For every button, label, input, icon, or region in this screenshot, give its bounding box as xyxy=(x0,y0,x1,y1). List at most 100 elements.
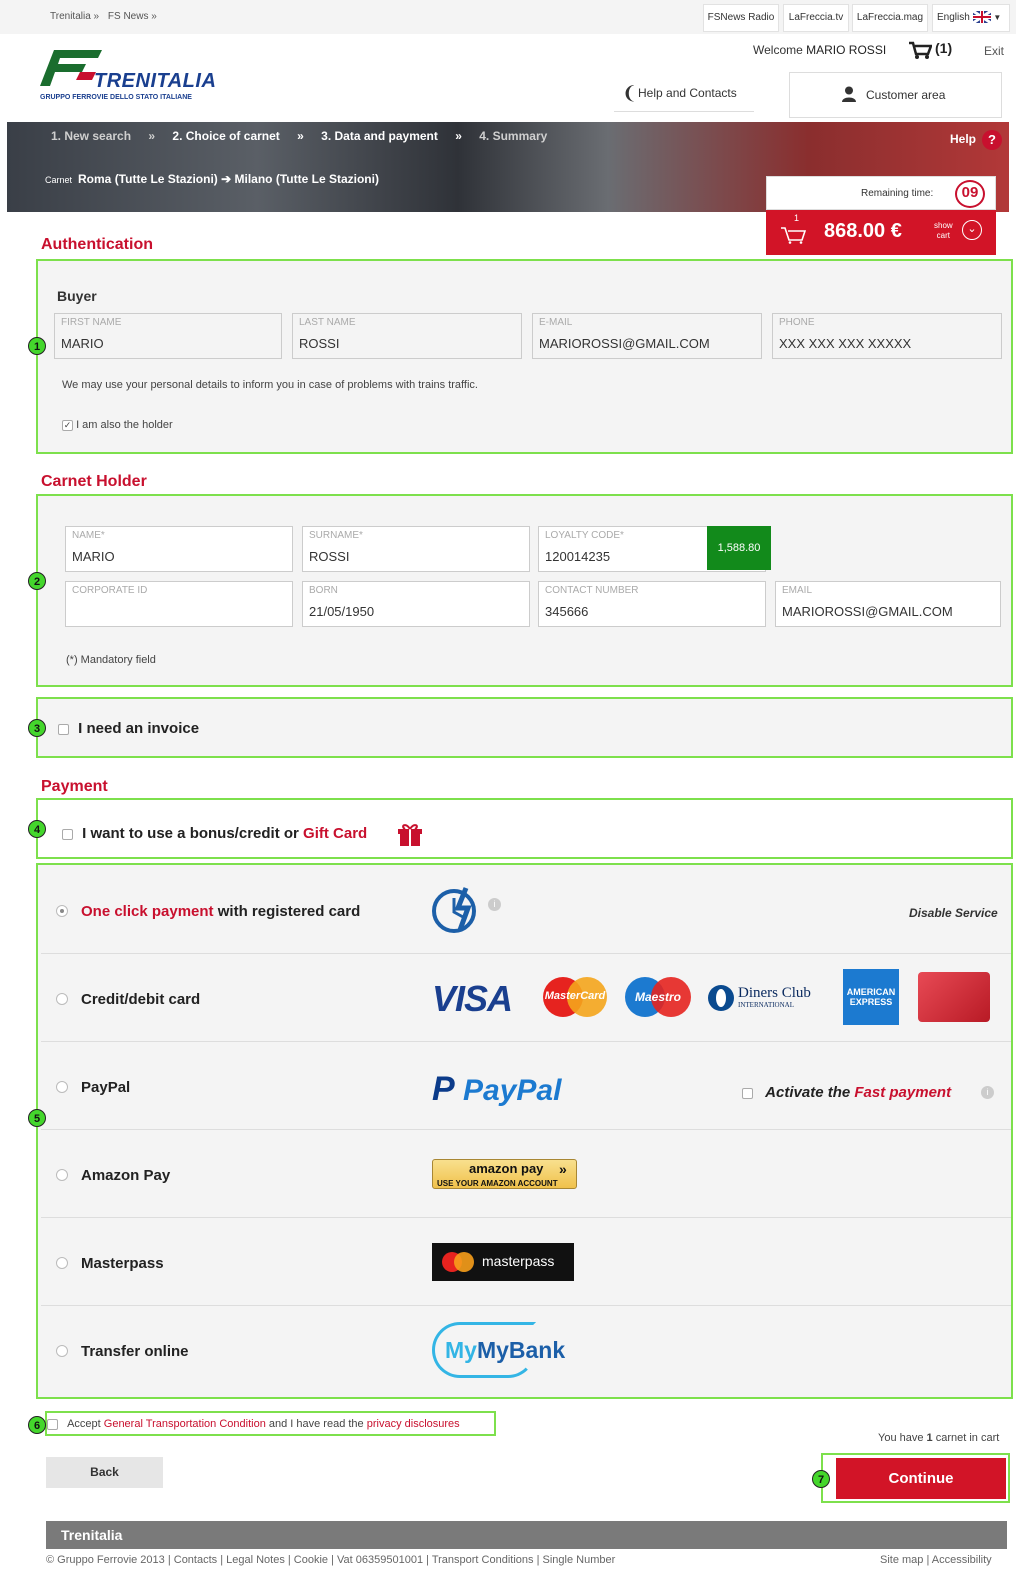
transport-conditions-link[interactable]: General Transportation Condition xyxy=(104,1418,266,1430)
visa-logo: VISA xyxy=(432,978,513,1019)
breadcrumb: Trenitalia » FS News » xyxy=(50,11,163,22)
buyer-label: Buyer xyxy=(57,288,97,304)
remaining-time-box: Remaining time: 09 xyxy=(766,176,996,210)
remaining-time-value: 09 xyxy=(955,180,985,208)
phone-field: PHONE XXX XXX XXX XXXXX xyxy=(772,313,1002,359)
holder-checkbox-row[interactable]: ✓ I am also the holder xyxy=(62,419,173,431)
info-icon[interactable]: i xyxy=(981,1086,994,1099)
invoice-checkbox[interactable] xyxy=(58,723,69,735)
holder-name-input[interactable]: NAME* MARIO xyxy=(65,526,293,572)
accept-terms-checkbox[interactable] xyxy=(47,1418,58,1430)
language-select[interactable]: English ▼ xyxy=(932,4,1010,32)
cart-count[interactable]: (1) xyxy=(935,40,952,56)
card-label[interactable]: Credit/debit card xyxy=(81,991,200,1008)
step-marker-5: 5 xyxy=(28,1109,46,1127)
accept-terms-row[interactable]: Accept General Transportation Condition … xyxy=(47,1418,460,1430)
invoice-section: I need an invoice xyxy=(36,697,1013,758)
holder-surname-input[interactable]: SURNAME* ROSSI xyxy=(302,526,530,572)
privacy-notice: We may use your personal details to info… xyxy=(62,379,478,391)
fast-payment-row[interactable]: Activate the Fast payment xyxy=(742,1084,951,1101)
authentication-title: Authentication xyxy=(41,236,153,253)
exit-link[interactable]: Exit xyxy=(984,44,1004,58)
buyer-section: Buyer FIRST NAME MARIO LAST NAME ROSSI E-M… xyxy=(36,259,1013,454)
info-icon[interactable]: i xyxy=(488,898,501,911)
route-info: Carnet Roma (Tutte Le Stazioni) ➔ Milano … xyxy=(45,172,379,186)
masterpass-radio[interactable] xyxy=(56,1257,68,1269)
last-name-field: LAST NAME ROSSI xyxy=(292,313,522,359)
fsnews-radio-link[interactable]: FSNews Radio xyxy=(703,4,779,32)
transfer-online-radio[interactable] xyxy=(56,1345,68,1357)
born-date-input[interactable]: BORN 21/05/1950 xyxy=(302,581,530,627)
amazon-pay-radio[interactable] xyxy=(56,1169,68,1181)
customer-area-button[interactable]: Customer area xyxy=(789,72,1002,118)
mandatory-note: (*) Mandatory field xyxy=(66,654,156,666)
amazon-pay-label[interactable]: Amazon Pay xyxy=(81,1167,170,1184)
lafreccia-mag-link[interactable]: LaFreccia.mag xyxy=(852,4,928,32)
one-click-label[interactable]: One click payment with registered card xyxy=(81,903,360,920)
footer-links[interactable]: © Gruppo Ferrovie 2013 | Contacts | Lega… xyxy=(46,1554,615,1566)
user-name: MARIO ROSSI xyxy=(806,43,887,57)
top-bar: Trenitalia » FS News » FSNews Radio LaFr… xyxy=(0,0,1016,34)
disable-service-link[interactable]: Disable Service xyxy=(909,906,998,920)
breadcrumb-fs-news[interactable]: FS News » xyxy=(108,11,157,22)
step-choice-of-carnet[interactable]: 2. Choice of carnet xyxy=(172,129,279,143)
bonus-checkbox-row[interactable]: I want to use a bonus/credit or Gift Car… xyxy=(62,825,367,842)
step-separator: » xyxy=(297,129,304,143)
cartafreccia-card-logo xyxy=(918,972,990,1022)
first-name-field: FIRST NAME MARIO xyxy=(54,313,282,359)
help-and-contacts-link[interactable]: ❨ Help and Contacts xyxy=(614,76,754,112)
loyalty-points-badge: 1,588.80 xyxy=(707,526,771,570)
fast-payment-checkbox[interactable] xyxy=(742,1087,753,1099)
back-button[interactable]: Back xyxy=(46,1457,163,1488)
step-marker-3: 3 xyxy=(28,719,46,737)
contact-number-input[interactable]: CONTACT NUMBER 345666 xyxy=(538,581,766,627)
card-radio[interactable] xyxy=(56,993,68,1005)
cart-icon[interactable] xyxy=(908,40,932,60)
step-marker-1: 1 xyxy=(28,337,46,355)
trenitalia-logo[interactable]: TRENITALIA GRUPPO FERROVIE DELLO STATO I… xyxy=(40,46,230,106)
logo-subtitle: GRUPPO FERROVIE DELLO STATO ITALIANE xyxy=(40,94,192,101)
mastercard-logo: MasterCard xyxy=(543,977,607,1017)
help-icon[interactable]: ? xyxy=(982,130,1002,150)
privacy-disclosures-link[interactable]: privacy disclosures xyxy=(367,1418,460,1430)
lafreccia-tv-link[interactable]: LaFreccia.tv xyxy=(783,4,849,32)
one-click-radio[interactable] xyxy=(56,905,68,917)
paypal-radio[interactable] xyxy=(56,1081,68,1093)
step-summary: 4. Summary xyxy=(479,129,548,143)
corporate-id-input[interactable]: CORPORATE ID xyxy=(65,581,293,627)
holder-email-input[interactable]: EMAIL MARIOROSSI@GMAIL.COM xyxy=(775,581,1001,627)
step-new-search[interactable]: 1. New search xyxy=(51,129,131,143)
gift-card-link[interactable]: Gift Card xyxy=(303,825,367,842)
progress-steps: 1. New search » 2. Choice of carnet » 3.… xyxy=(51,129,561,143)
holder-checkbox[interactable]: ✓ xyxy=(62,419,73,431)
paypal-logo: P PayPal xyxy=(432,1070,562,1108)
masterpass-label[interactable]: Masterpass xyxy=(81,1255,164,1272)
breadcrumb-trenitalia[interactable]: Trenitalia » xyxy=(50,11,99,22)
amex-logo: AMERICAN EXPRESS xyxy=(843,969,899,1025)
help-link[interactable]: Help xyxy=(950,132,976,146)
email-field: E-MAIL MARIOROSSI@GMAIL.COM xyxy=(532,313,762,359)
one-click-icon xyxy=(432,887,476,933)
cart-summary[interactable]: 1 868.00 € show cart ⌄ xyxy=(766,210,996,255)
remaining-time-label: Remaining time: xyxy=(861,188,934,199)
uk-flag-icon xyxy=(971,10,992,25)
masterpass-logo: masterpass xyxy=(432,1243,574,1281)
step-separator: » xyxy=(455,129,462,143)
holder-checkbox-label: I am also the holder xyxy=(76,419,173,431)
welcome-text: Welcome MARIO ROSSI xyxy=(753,43,887,57)
chevron-down-icon[interactable]: ⌄ xyxy=(962,220,982,240)
help-contacts-label: Help and Contacts xyxy=(638,86,737,100)
language-label: English xyxy=(937,12,970,23)
gift-icon xyxy=(398,824,422,846)
cart-badge: 1 xyxy=(794,213,800,223)
continue-button[interactable]: Continue xyxy=(836,1458,1006,1499)
bonus-checkbox[interactable] xyxy=(62,828,73,840)
step-marker-2: 2 xyxy=(28,572,46,590)
carnet-in-cart-text: You have 1 carnet in cart xyxy=(878,1432,1000,1444)
paypal-label[interactable]: PayPal xyxy=(81,1079,130,1096)
bonus-label: I want to use a bonus/credit or xyxy=(82,825,299,842)
show-cart-label: show cart xyxy=(934,221,953,240)
transfer-online-label[interactable]: Transfer online xyxy=(81,1343,189,1360)
invoice-checkbox-row[interactable]: I need an invoice xyxy=(58,720,199,737)
footer-right-links[interactable]: Site map | Accessibility xyxy=(880,1554,992,1566)
